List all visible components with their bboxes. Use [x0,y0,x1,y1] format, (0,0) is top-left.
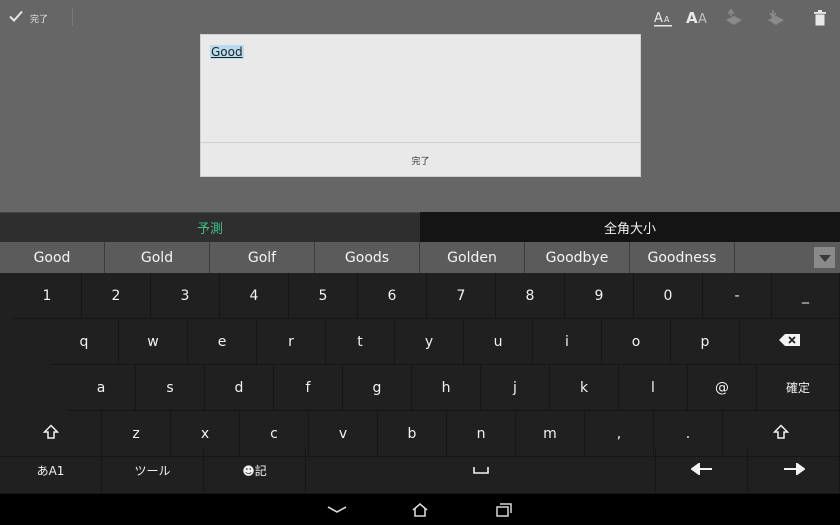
backspace-key[interactable] [740,319,840,365]
keyboard-row-numbers: 1 2 3 4 5 6 7 8 9 0 - _ [0,273,840,319]
done-action-button[interactable]: 完了 [8,6,48,30]
key-3[interactable]: 3 [151,273,220,319]
arrow-left-icon [689,461,713,479]
key-l[interactable]: l [619,365,688,411]
key-4[interactable]: 4 [220,273,289,319]
candidate-bar-filler [735,242,840,273]
key-hyphen[interactable]: - [703,273,772,319]
dialog-done-button[interactable]: 完了 [201,143,640,177]
key-6[interactable]: 6 [358,273,427,319]
key-f[interactable]: f [274,365,343,411]
space-key[interactable] [306,448,656,494]
emoji-symbol-key[interactable]: ☻記 [204,448,306,494]
font-size-small-icon[interactable]: A A [650,6,678,30]
key-g[interactable]: g [343,365,412,411]
software-keyboard: 予測 全角大小 Good Gold Golf Goods Golden Good… [0,212,840,494]
space-icon [472,463,489,479]
key-d[interactable]: d [205,365,274,411]
key-s[interactable]: s [136,365,205,411]
shift-icon [42,423,59,444]
system-navigation-bar [0,494,840,525]
tab-prediction[interactable]: 予測 [0,212,420,242]
key-q[interactable]: q [50,319,119,365]
shift-icon [772,423,790,444]
key-7[interactable]: 7 [427,273,496,319]
key-j[interactable]: j [481,365,550,411]
trash-icon[interactable] [806,6,834,30]
key-9[interactable]: 9 [565,273,634,319]
candidate-item[interactable]: Golden [420,242,525,273]
svg-text:A: A [654,11,663,26]
svg-text:A: A [698,12,707,27]
key-p[interactable]: p [671,319,740,365]
key-2[interactable]: 2 [82,273,151,319]
input-mode-key[interactable]: あA1 [0,448,102,494]
candidate-item[interactable]: Golf [210,242,315,273]
candidate-item[interactable]: Goodness [630,242,735,273]
key-underscore[interactable]: _ [772,273,840,319]
backspace-icon [778,333,801,351]
action-bar: 完了 A A A A [0,0,840,36]
key-8[interactable]: 8 [496,273,565,319]
expand-candidates-button[interactable] [814,247,835,268]
home-icon[interactable] [405,499,435,521]
key-0[interactable]: 0 [634,273,703,319]
key-i[interactable]: i [533,319,602,365]
key-w[interactable]: w [119,319,188,365]
key-u[interactable]: u [464,319,533,365]
tools-key[interactable]: ツール [102,448,204,494]
key-o[interactable]: o [602,319,671,365]
key-a[interactable]: a [67,365,136,411]
font-size-large-icon[interactable]: A A [684,6,712,30]
key-r[interactable]: r [257,319,326,365]
key-5[interactable]: 5 [289,273,358,319]
recent-apps-icon[interactable] [489,499,519,521]
key-at[interactable]: @ [688,365,757,411]
candidate-bar: Good Gold Golf Goods Golden Goodbye Good… [0,242,840,273]
key-t[interactable]: t [326,319,395,365]
tab-fullwidth-case[interactable]: 全角大小 [420,212,840,242]
done-action-label: 完了 [30,14,49,25]
key-k[interactable]: k [550,365,619,411]
keyboard-mode-bar: 予測 全角大小 [0,212,840,242]
candidate-item[interactable]: Goods [315,242,420,273]
text-edit-dialog: Good 完了 [200,34,641,177]
enter-key[interactable]: 確定 [757,365,840,411]
candidate-item[interactable]: Gold [105,242,210,273]
key-e[interactable]: e [188,319,257,365]
cursor-right-key[interactable] [748,448,840,494]
arrow-right-icon [783,461,806,479]
composing-text[interactable]: Good [210,45,244,59]
svg-text:A: A [664,15,670,24]
move-up-icon[interactable] [720,6,748,30]
candidate-item[interactable]: Goodbye [525,242,630,273]
candidate-item[interactable]: Good [0,242,105,273]
checkmark-icon [8,8,24,28]
keyboard-row-q: q w e r t y u i o p [0,319,840,365]
move-down-icon[interactable] [762,6,790,30]
back-hide-keyboard-icon[interactable] [322,499,352,521]
svg-text:A: A [686,9,698,27]
keyboard-row-a: a s d f g h j k l @ 確定 [0,365,840,411]
key-1[interactable]: 1 [13,273,82,319]
key-h[interactable]: h [412,365,481,411]
keyboard-row-bottom: あA1 ツール ☻記 [0,448,840,494]
action-divider [72,8,73,26]
key-y[interactable]: y [395,319,464,365]
chevron-down-icon [818,248,831,267]
cursor-left-key[interactable] [656,448,748,494]
